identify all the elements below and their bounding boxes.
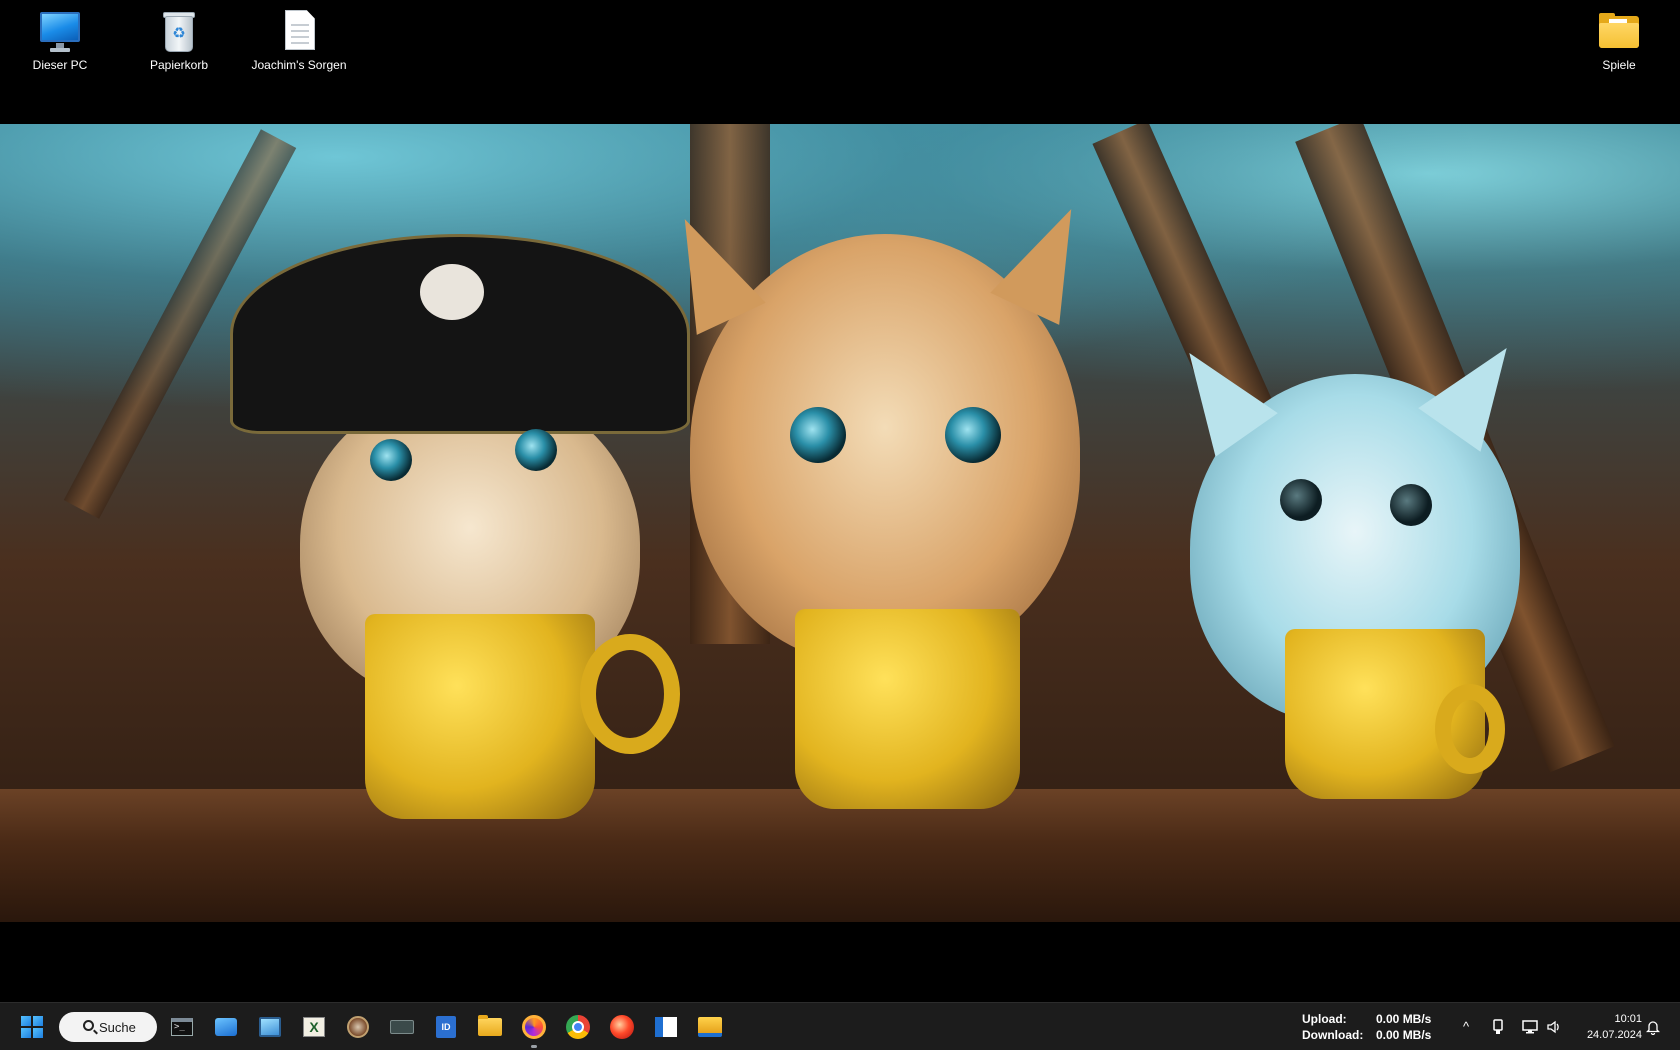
keyboard-icon (390, 1020, 414, 1034)
text-document-icon (277, 10, 321, 54)
network-icon[interactable] (1522, 1019, 1538, 1035)
recycle-bin-icon: ♻ (157, 10, 201, 54)
wallpaper-eye (515, 429, 557, 471)
windows-start-icon (21, 1016, 43, 1038)
desktop-icon-document[interactable]: Joachim's Sorgen (249, 10, 349, 72)
spreadsheet-icon: X (303, 1017, 325, 1037)
bell-icon[interactable] (1645, 1019, 1661, 1036)
terminal-icon: >_ (171, 1018, 193, 1036)
wallpaper-mug (365, 614, 595, 819)
wallpaper-eye (1280, 479, 1322, 521)
taskbar-app-folder[interactable] (474, 1011, 506, 1043)
monitor-icon (38, 10, 82, 54)
usb-icon[interactable] (1490, 1019, 1506, 1035)
wallpaper-eye (370, 439, 412, 481)
desktop-icon-label: Spiele (1602, 58, 1636, 72)
media-player-icon (610, 1015, 634, 1039)
taskbar-app-remote-desktop[interactable] (254, 1011, 286, 1043)
round-app-icon (347, 1016, 369, 1038)
desktop-icon-games-folder[interactable]: Spiele (1569, 10, 1669, 72)
wallpaper-mug-handle (580, 634, 680, 754)
remote-desktop-icon (259, 1017, 281, 1037)
taskbar-app-file-explorer[interactable] (694, 1011, 726, 1043)
wallpaper-skull (420, 264, 484, 320)
file-explorer-icon (698, 1017, 722, 1037)
taskbar-app-firefox[interactable] (518, 1011, 550, 1048)
clock-date: 24.07.2024 (1586, 1029, 1642, 1041)
folder-icon (1597, 10, 1641, 54)
taskbar-app-windows[interactable] (650, 1011, 682, 1043)
desktop-icon-label: Dieser PC (32, 58, 88, 72)
desktop-icon-recycle-bin[interactable]: ♻ Papierkorb (129, 10, 229, 72)
wallpaper-eye (790, 407, 846, 463)
download-value: 0.00 MB/s (1376, 1028, 1432, 1042)
desktop-icon-label: Joachim's Sorgen (251, 58, 347, 72)
windows-app-icon (655, 1017, 677, 1037)
taskbar-clock[interactable]: 10:01 24.07.2024 (1572, 1011, 1642, 1043)
taskbar-app-keyboard[interactable] (386, 1011, 418, 1043)
taskbar-app-chrome[interactable] (562, 1011, 594, 1043)
firefox-icon (522, 1015, 546, 1039)
chevron-up-icon[interactable]: ^ (1458, 1019, 1474, 1035)
volume-icon[interactable] (1546, 1019, 1562, 1035)
wallpaper-mug (795, 609, 1020, 809)
taskbar-search[interactable]: Suche (59, 1012, 157, 1042)
id-card-icon: ID (436, 1016, 456, 1038)
folder-icon (478, 1015, 502, 1036)
desktop-wallpaper (0, 124, 1680, 922)
download-label: Download: (1302, 1028, 1364, 1042)
clock-time: 10:01 (1614, 1013, 1642, 1025)
start-button[interactable] (16, 1011, 48, 1043)
taskbar-app-id[interactable]: ID (430, 1011, 462, 1043)
taskbar-app-blue[interactable] (210, 1011, 242, 1043)
network-speed-widget[interactable]: Upload: 0.00 MB/s Download: 0.00 MB/s (1302, 1011, 1431, 1043)
wallpaper-eye (1390, 484, 1432, 526)
taskbar-app-terminal[interactable]: >_ (166, 1011, 198, 1043)
upload-value: 0.00 MB/s (1376, 1012, 1432, 1026)
taskbar-app-media-player[interactable] (606, 1011, 638, 1043)
search-icon (83, 1020, 94, 1031)
taskbar-app-round[interactable] (342, 1011, 374, 1043)
wallpaper-mug-handle (1435, 684, 1505, 774)
desktop-icon-this-pc[interactable]: Dieser PC (10, 10, 110, 72)
taskbar: Suche >_ X ID Upload: 0.00 MB/s Download… (0, 1002, 1680, 1050)
search-label: Suche (99, 1019, 136, 1035)
desktop-icon-label: Papierkorb (149, 58, 209, 72)
upload-label: Upload: (1302, 1012, 1347, 1026)
window-app-icon (215, 1018, 237, 1036)
chrome-icon (566, 1015, 590, 1039)
wallpaper-eye (945, 407, 1001, 463)
taskbar-app-spreadsheet[interactable]: X (298, 1011, 330, 1043)
